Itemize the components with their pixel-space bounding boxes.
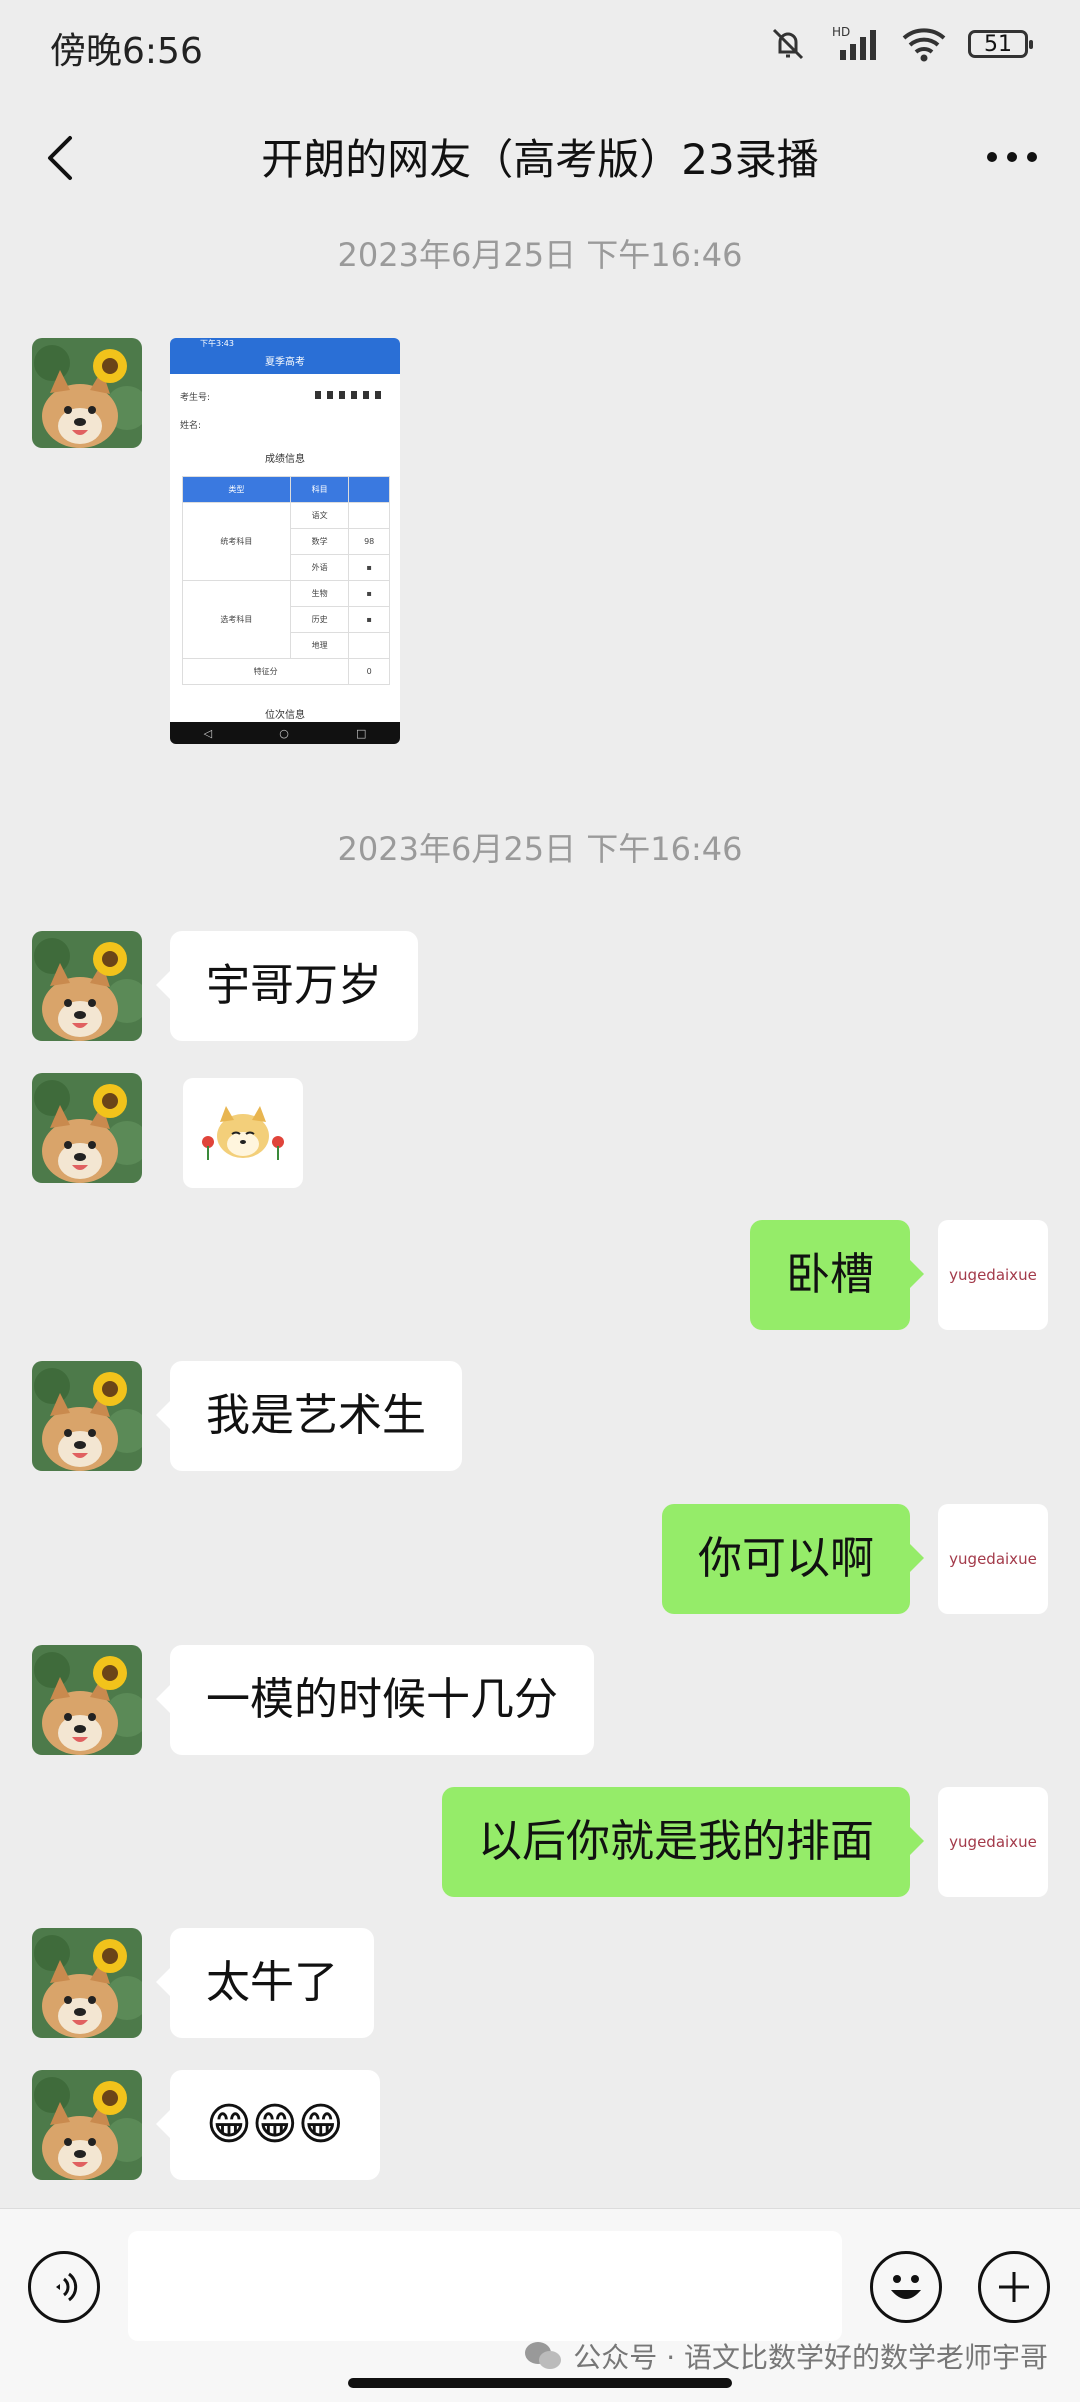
table-score: 98 <box>348 528 390 555</box>
table-subject: 数学 <box>289 528 350 555</box>
more-actions-button[interactable] <box>978 2251 1050 2323</box>
screenshot-time: 下午3:43 <box>200 339 234 348</box>
message-bubble-outgoing[interactable]: 以后你就是我的排面 <box>442 1787 924 1897</box>
nav-home-glyph: ○ <box>279 726 289 740</box>
screenshot-name: 姓名: <box>180 421 202 431</box>
sticker-message[interactable] <box>183 1078 303 1188</box>
table-header: 类型 <box>182 476 291 503</box>
battery-icon: 51 <box>968 30 1033 58</box>
message-timestamp: 2023年6月25日 下午16:46 <box>337 236 743 274</box>
friend-avatar[interactable] <box>32 1645 142 1755</box>
table-header: 科目 <box>289 476 350 503</box>
friend-avatar[interactable] <box>32 1361 142 1471</box>
screenshot-exam-no: 考生号: <box>180 393 211 403</box>
my-avatar[interactable]: yugedaixue <box>938 1504 1048 1614</box>
emoji-icon <box>891 2275 921 2299</box>
screenshot-bottom-title: 位次信息 <box>265 710 305 721</box>
screenshot-score-table: 类型 科目 统考科目 语文 数学 98 外语 ▪ 选考科目 生物 ▪ 历史 ▪ 地理 特… <box>181 476 390 685</box>
table-extra-value: 0 <box>348 658 390 685</box>
voice-input-button[interactable] <box>28 2251 100 2323</box>
friend-avatar[interactable] <box>32 2070 142 2180</box>
table-score <box>348 502 390 529</box>
message-bubble-incoming[interactable]: 太牛了 <box>156 1928 374 2038</box>
message-bubble-outgoing[interactable]: 卧槽 <box>750 1220 924 1330</box>
hd-label: HD <box>832 25 850 39</box>
table-group: 统考科目 <box>182 502 291 581</box>
friend-avatar[interactable] <box>32 1928 142 2038</box>
watermark: 公众号 · 语文比数学好的数学老师宇哥 <box>523 2336 1048 2376</box>
friend-avatar[interactable] <box>32 338 142 448</box>
table-group: 选考科目 <box>182 580 291 659</box>
screenshot-section-title: 成绩信息 <box>265 454 305 465</box>
chat-header: 开朗的网友（高考版）23录播 <box>0 92 1080 222</box>
home-indicator[interactable] <box>348 2378 732 2388</box>
redaction-block <box>315 391 385 399</box>
table-subject: 语文 <box>289 502 350 529</box>
table-score: ▪ <box>348 580 390 607</box>
watermark-text: 公众号 · 语文比数学好的数学老师宇哥 <box>573 2341 1048 2374</box>
wifi-icon <box>902 28 946 62</box>
my-avatar[interactable]: yugedaixue <box>938 1787 1048 1897</box>
screenshot-nav-bar: ◁ ○ □ <box>170 722 400 744</box>
status-bar: 傍晚6:56 HD 51 <box>0 0 1080 92</box>
nav-recent-glyph: □ <box>356 726 367 740</box>
friend-avatar[interactable] <box>32 931 142 1041</box>
doge-sticker-icon <box>202 1106 284 1160</box>
chat-title: 开朗的网友（高考版）23录播 <box>261 135 819 184</box>
table-subject: 历史 <box>289 606 350 633</box>
table-header-blank <box>348 476 390 503</box>
message-bubble-outgoing[interactable]: 你可以啊 <box>662 1504 924 1614</box>
message-bubble-incoming[interactable]: 我是艺术生 <box>156 1361 462 1471</box>
table-subject: 生物 <box>289 580 350 607</box>
message-input[interactable] <box>128 2231 842 2341</box>
table-score: ▪ <box>348 606 390 633</box>
wechat-icon <box>525 2342 562 2369</box>
message-bubble-incoming[interactable]: 一模的时候十几分 <box>156 1645 594 1755</box>
table-subject: 外语 <box>289 554 350 581</box>
more-options-icon[interactable] <box>982 132 1042 182</box>
message-timestamp: 2023年6月25日 下午16:46 <box>337 830 743 868</box>
table-score: ▪ <box>348 554 390 581</box>
plus-icon <box>999 2272 1029 2302</box>
screenshot-title: 夏季高考 <box>170 352 400 374</box>
voice-icon <box>56 2272 78 2302</box>
message-bubble-incoming[interactable]: 宇哥万岁 <box>156 931 418 1041</box>
my-avatar[interactable]: yugedaixue <box>938 1220 1048 1330</box>
table-score <box>348 632 390 659</box>
signal-icon: HD <box>832 25 876 60</box>
table-subject: 地理 <box>289 632 350 659</box>
battery-level: 51 <box>984 31 1012 57</box>
nav-back-glyph: ◁ <box>203 726 213 740</box>
status-time: 傍晚6:56 <box>50 31 203 72</box>
mute-bell-icon <box>772 28 804 60</box>
screenshot-status: 下午3:43 <box>170 338 400 352</box>
message-bubble-incoming[interactable]: 😁😁😁 <box>156 2070 380 2180</box>
friend-avatar[interactable] <box>32 1073 142 1183</box>
emoji-button[interactable] <box>870 2251 942 2323</box>
table-extra-label: 特征分 <box>181 658 350 685</box>
status-icons: HD 51 <box>768 24 1033 64</box>
image-message-score-screenshot[interactable]: 下午3:43 夏季高考 考生号: 姓名: 成绩信息 类型 科目 统考科目 语文 … <box>170 338 400 744</box>
